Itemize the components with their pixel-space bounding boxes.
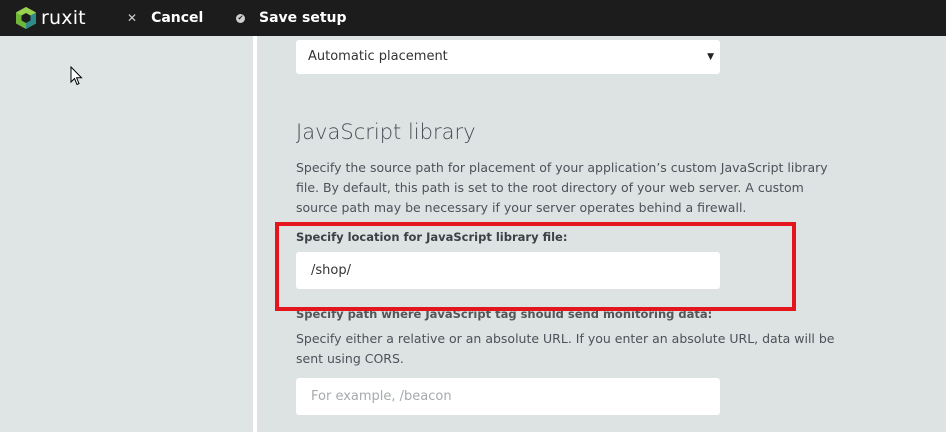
- save-setup-label: Save setup: [259, 10, 347, 26]
- top-bar: ruxit ✕ Cancel ✔ Save setup: [0, 0, 946, 36]
- library-location-input[interactable]: [296, 252, 720, 289]
- ruxit-logo[interactable]: ruxit: [14, 4, 86, 32]
- monitoring-path-input[interactable]: [296, 378, 720, 415]
- check-circle-icon: ✔: [236, 13, 245, 23]
- ruxit-logo-icon: [16, 7, 36, 29]
- dropdown-arrow-icon: ▼: [707, 52, 714, 62]
- placement-select[interactable]: Automatic placement ▼: [296, 40, 720, 74]
- mouse-pointer-icon: [70, 66, 83, 86]
- library-location-label: Specify location for JavaScript library …: [296, 230, 568, 244]
- brand-name: ruxit: [41, 7, 86, 29]
- monitoring-path-label: Specify path where JavaScript tag should…: [296, 307, 713, 321]
- monitoring-path-description: Specify either a relative or an absolute…: [296, 331, 835, 366]
- main-content: Automatic placement ▼ JavaScript library…: [257, 36, 946, 432]
- close-icon: ✕: [127, 11, 138, 25]
- left-panel: [0, 36, 253, 432]
- cancel-button[interactable]: ✕ Cancel: [127, 0, 203, 36]
- cancel-label: Cancel: [151, 10, 204, 26]
- section-title: JavaScript library: [296, 120, 476, 144]
- js-library-description: Specify the source path for placement of…: [296, 160, 828, 215]
- placement-selected-value: Automatic placement: [308, 49, 448, 64]
- save-setup-button[interactable]: ✔ Save setup: [236, 0, 347, 36]
